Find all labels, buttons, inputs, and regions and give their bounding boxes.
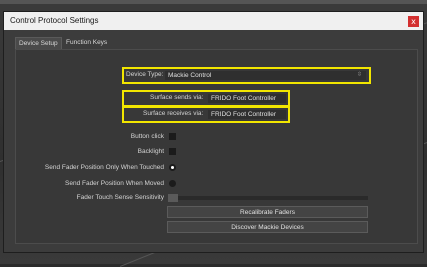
fader-touched-label: Send Fader Position Only When Touched [44, 164, 164, 171]
close-button[interactable]: x [408, 16, 419, 27]
backlight-label: Backlight [137, 148, 164, 155]
fader-moved-label: Send Fader Position When Moved [65, 180, 164, 187]
surface-receives-value: FRIDO Foot Controller [211, 111, 277, 118]
button-click-checkbox[interactable] [169, 133, 176, 140]
fader-moved-radio[interactable] [169, 180, 176, 187]
tab-function-keys[interactable]: Function Keys [63, 37, 110, 49]
surface-receives-select[interactable]: FRIDO Foot Controller [208, 110, 286, 119]
device-type-value: Mackie Control [168, 72, 212, 79]
discover-devices-button[interactable]: Discover Mackie Devices [167, 221, 368, 233]
surface-sends-label: Surface sends via: [150, 94, 204, 101]
surface-sends-value: FRIDO Foot Controller [211, 95, 277, 102]
window-title: Control Protocol Settings [10, 16, 99, 25]
chevron-down-icon: ⇳ [356, 72, 362, 78]
recalibrate-faders-button[interactable]: Recalibrate Faders [167, 206, 368, 218]
device-type-label: Device Type: [126, 71, 164, 78]
button-click-label: Button click [130, 133, 164, 140]
title-bar[interactable]: Control Protocol Settings x [4, 12, 423, 30]
touch-sensitivity-slider[interactable] [168, 194, 368, 202]
surface-sends-select[interactable]: FRIDO Foot Controller [208, 94, 286, 103]
fader-touched-radio[interactable] [169, 164, 176, 171]
backlight-checkbox[interactable] [169, 148, 176, 155]
touch-sensitivity-label: Fader Touch Sense Sensitivity [76, 194, 164, 201]
slider-handle[interactable] [168, 194, 178, 202]
surface-receives-label: Surface receives via: [143, 110, 204, 117]
device-type-select[interactable]: Mackie Control ⇳ [165, 71, 366, 80]
